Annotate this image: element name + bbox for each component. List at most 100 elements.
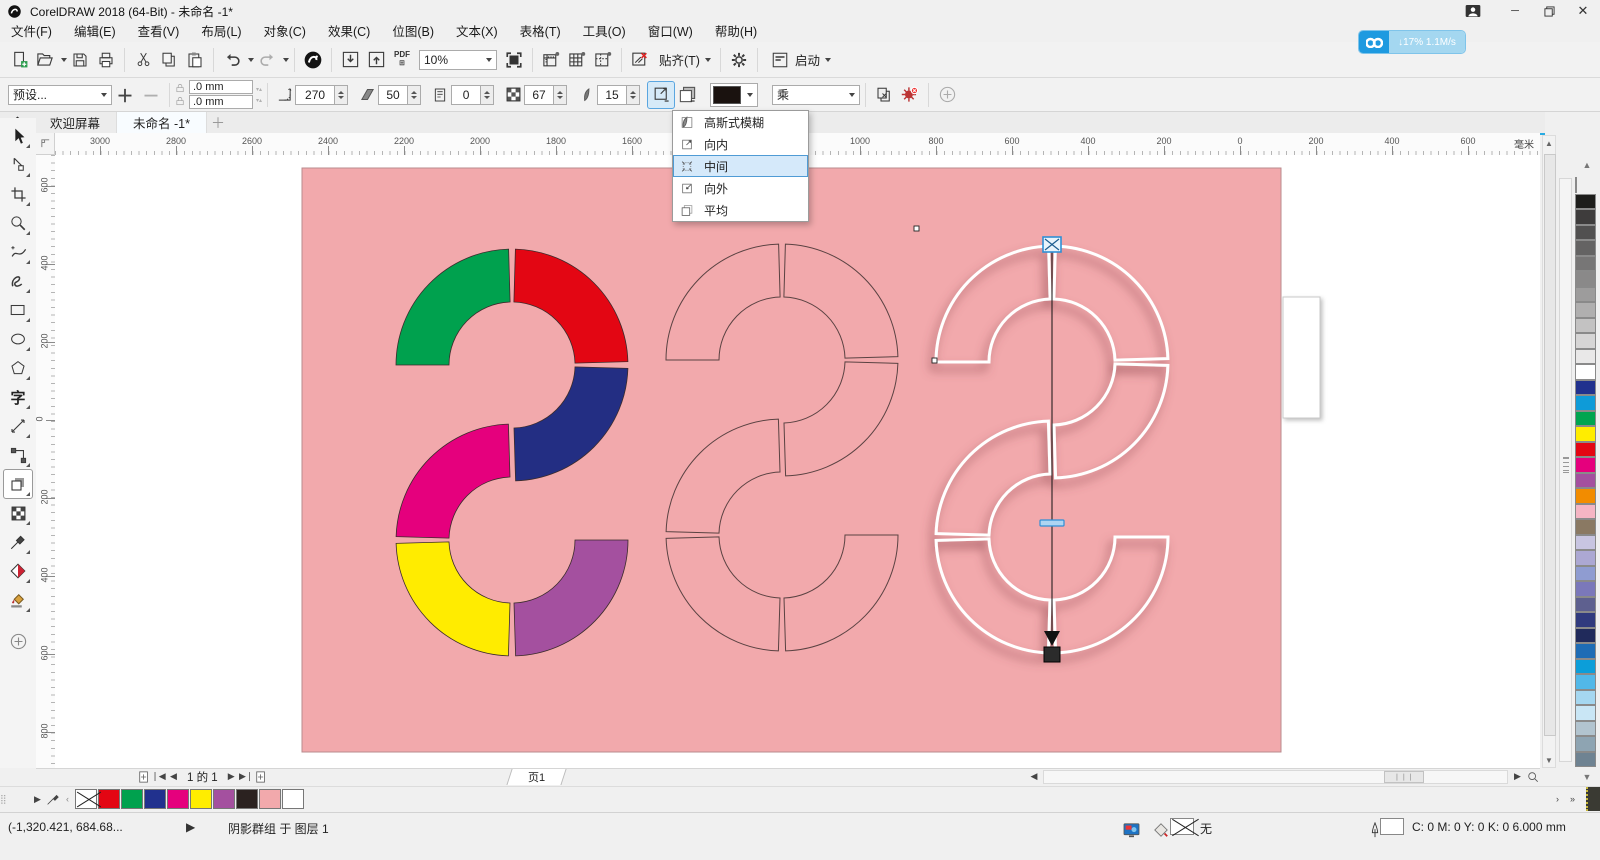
no-color-swatch[interactable] — [75, 789, 97, 809]
options-button[interactable] — [726, 47, 752, 73]
color-swatch[interactable] — [1575, 659, 1596, 675]
vertical-scroll-thumb[interactable] — [1544, 154, 1556, 736]
document-palette-flyout-icon[interactable]: ▶ — [30, 792, 45, 806]
feather-direction-button[interactable] — [648, 82, 674, 108]
new-document-button[interactable] — [6, 47, 32, 73]
menu-item-feather-inside[interactable]: 向内 — [673, 133, 808, 155]
outline-color-swatch[interactable] — [1380, 818, 1404, 835]
shadow-end-handle[interactable] — [1044, 647, 1060, 662]
menu-item-feather-outside[interactable]: 向外 — [673, 177, 808, 199]
transparency-tool[interactable] — [4, 499, 32, 527]
feather-edges-button[interactable] — [674, 82, 700, 108]
snap-disable-button[interactable] — [627, 47, 653, 73]
menu-item-gaussian-blur[interactable]: 高斯式模糊 — [673, 111, 808, 133]
selection-handle[interactable] — [932, 358, 937, 363]
color-swatch[interactable] — [1575, 566, 1596, 582]
color-swatch[interactable] — [1575, 457, 1596, 473]
shadow-fade-field-spinner[interactable] — [481, 85, 494, 105]
copy-shadow-properties-button[interactable] — [871, 82, 897, 108]
shadow-angle-field[interactable]: 270 — [295, 85, 335, 105]
color-swatch[interactable] — [1575, 519, 1596, 535]
shadow-opacity-field[interactable]: 67 — [524, 85, 554, 105]
smart-fill-tool[interactable] — [4, 586, 32, 614]
menu-item-5[interactable]: 对象(C) — [253, 22, 317, 42]
ellipse-tool[interactable] — [4, 325, 32, 353]
shadow-color-picker[interactable] — [710, 83, 758, 107]
menu-item-1[interactable]: 文件(F) — [0, 22, 63, 42]
tab-welcome-screen[interactable]: 欢迎屏幕 — [34, 112, 117, 133]
drop-shadow-tool[interactable] — [4, 470, 32, 498]
color-swatch[interactable] — [1575, 302, 1596, 318]
color-swatch[interactable] — [1575, 597, 1596, 613]
quick-customize-button[interactable] — [934, 82, 960, 108]
publish-pdf-button[interactable]: PDF⊞ — [389, 47, 415, 73]
palette-grip[interactable] — [1563, 457, 1569, 473]
connector-tool[interactable] — [4, 441, 32, 469]
color-swatch[interactable] — [1575, 442, 1596, 458]
add-preset-button[interactable]: ＋ — [112, 82, 138, 108]
color-swatch[interactable] — [1575, 674, 1596, 690]
color-swatch[interactable] — [1575, 690, 1596, 706]
shadow-fade-field[interactable]: 0 — [451, 85, 481, 105]
next-page-button[interactable]: ▶ — [224, 770, 239, 784]
shadow-feather-field-spinner[interactable] — [627, 85, 640, 105]
menu-item-4[interactable]: 布局(L) — [190, 22, 252, 42]
dimension-tool[interactable] — [4, 412, 32, 440]
delete-preset-button[interactable]: － — [138, 82, 164, 108]
new-tab-button[interactable]: ＋ — [207, 112, 229, 133]
doc-palette-scroll-left-icon[interactable]: ‹ — [60, 792, 75, 806]
color-swatch[interactable] — [1575, 333, 1596, 349]
tab-document[interactable]: 未命名 -1* — [117, 112, 207, 133]
menu-item-6[interactable]: 效果(C) — [317, 22, 381, 42]
show-guidelines-button[interactable] — [590, 47, 616, 73]
freehand-tool[interactable] — [4, 238, 32, 266]
first-page-button[interactable]: ❘◀ — [151, 770, 166, 784]
shadow-feather-field[interactable]: 15 — [597, 85, 627, 105]
palette-scrollbar[interactable] — [1559, 178, 1572, 762]
menu-item-2[interactable]: 编辑(E) — [63, 22, 127, 42]
save-button[interactable] — [67, 47, 93, 73]
color-swatch[interactable] — [1575, 705, 1596, 721]
color-swatch[interactable] — [1575, 287, 1596, 303]
menu-item-feather-average[interactable]: 平均 — [673, 199, 808, 221]
launch-button[interactable]: 启动 — [763, 47, 835, 73]
horizontal-scroll-thumb[interactable]: ❘❘❘ — [1384, 771, 1424, 783]
minimize-button[interactable]: ─ — [1498, 0, 1532, 22]
palette-drag-grip[interactable]: ⣿ — [0, 794, 30, 805]
color-swatch[interactable] — [1575, 736, 1596, 752]
close-button[interactable]: ✕ — [1566, 0, 1600, 22]
account-icon[interactable] — [1462, 2, 1484, 20]
ruler-origin-corner[interactable] — [36, 133, 55, 155]
color-swatch[interactable] — [1575, 411, 1596, 427]
coords-expand-icon[interactable]: ▶ — [186, 820, 195, 834]
print-button[interactable] — [93, 47, 119, 73]
menu-item-feather-middle[interactable]: 中间 — [673, 155, 808, 177]
color-swatch[interactable] — [1575, 581, 1596, 597]
fullscreen-preview-button[interactable] — [501, 47, 527, 73]
shadow-opacity-slider[interactable] — [1040, 520, 1064, 526]
rectangle-tool[interactable] — [4, 296, 32, 324]
drawing-canvas[interactable] — [55, 155, 1540, 768]
doc-color-swatch[interactable] — [213, 789, 235, 809]
horizontal-scrollbar[interactable]: ❘❘❘ — [1043, 770, 1508, 784]
scroll-down-icon[interactable]: ▼ — [1543, 753, 1555, 767]
open-document-button[interactable] — [32, 47, 58, 73]
color-swatch[interactable] — [1575, 395, 1596, 411]
snap-to-button[interactable]: 贴齐(T) — [653, 47, 715, 73]
copy-button[interactable] — [156, 47, 182, 73]
zoom-tool[interactable] — [4, 209, 32, 237]
color-swatch[interactable] — [1575, 349, 1596, 365]
zoom-level-select[interactable]: 10% — [419, 50, 497, 70]
redo-button[interactable] — [254, 47, 280, 73]
import-button[interactable] — [337, 47, 363, 73]
last-page-button[interactable]: ▶❘ — [239, 770, 254, 784]
color-swatch[interactable] — [1575, 256, 1596, 272]
doc-color-swatch[interactable] — [282, 789, 304, 809]
undo-button[interactable] — [219, 47, 245, 73]
color-swatch[interactable] — [1575, 225, 1596, 241]
selection-handle[interactable] — [914, 226, 919, 231]
navigator-icon[interactable] — [1525, 770, 1540, 784]
color-proof-icon[interactable] — [1118, 817, 1144, 843]
menu-item-3[interactable]: 查看(V) — [127, 22, 191, 42]
menu-item-8[interactable]: 文本(X) — [445, 22, 509, 42]
